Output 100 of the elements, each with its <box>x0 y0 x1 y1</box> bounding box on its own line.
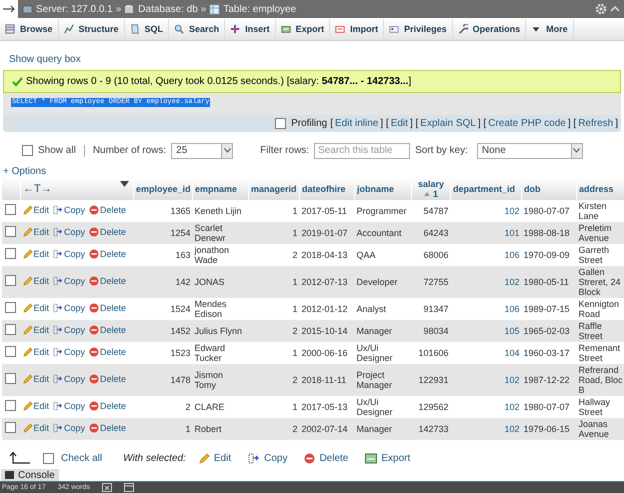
row-action-link[interactable]: Edit <box>22 324 50 335</box>
show-all-checkbox[interactable] <box>22 145 33 156</box>
row-action-link[interactable]: Edit <box>22 248 50 259</box>
row-action-link[interactable]: Edit <box>22 346 50 357</box>
column-header[interactable]: empname <box>192 178 248 200</box>
row-action-link[interactable]: Copy <box>53 324 86 335</box>
column-resize-link[interactable]: ←T→ <box>23 182 52 195</box>
check-all-link[interactable]: Check all <box>61 452 102 464</box>
row-action-link[interactable]: Copy <box>53 226 86 237</box>
table-cell-link[interactable]: 105 <box>450 320 522 342</box>
column-header[interactable]: salary 1 <box>412 178 450 200</box>
table-cell: Remenant Street <box>576 342 624 364</box>
tab[interactable]: Privileges <box>384 18 453 40</box>
column-header[interactable]: jobname <box>354 178 412 200</box>
row-checkbox[interactable] <box>5 400 16 412</box>
bracket-text: ] [ <box>380 118 389 130</box>
table-cell: 1979-06-15 <box>522 418 576 440</box>
column-header[interactable]: dateofhire <box>300 178 354 200</box>
table-cell: 2 <box>248 320 300 342</box>
profiling-checkbox[interactable] <box>275 118 286 130</box>
filter-input[interactable]: Search this table <box>314 142 410 159</box>
table-cell-link[interactable]: 101 <box>450 222 522 244</box>
query-action-link[interactable]: Edit <box>390 118 408 130</box>
row-action-link[interactable]: Delete <box>89 346 126 357</box>
row-checkbox[interactable] <box>5 226 16 238</box>
column-header[interactable]: address <box>576 178 624 200</box>
column-header[interactable]: employee_id <box>134 178 192 200</box>
options-link[interactable]: + Options <box>3 166 624 177</box>
console-tab[interactable]: Console <box>1 469 59 482</box>
tab[interactable]: Structure <box>58 18 125 40</box>
column-header[interactable]: managerid <box>248 178 300 200</box>
row-action-link[interactable]: Copy <box>53 374 86 384</box>
row-action-link[interactable]: Edit <box>22 204 50 215</box>
table-cell: 1980-05-11 <box>522 266 576 298</box>
column-header[interactable]: department_id <box>450 178 522 200</box>
column-header[interactable]: dob <box>522 178 576 200</box>
table-cell-link[interactable]: 102 <box>450 418 522 440</box>
bulk-action-button[interactable]: Copy <box>248 452 288 464</box>
row-action-link[interactable]: Delete <box>89 324 126 335</box>
row-action-link[interactable]: Copy <box>53 302 86 313</box>
table-cell-link[interactable]: 102 <box>450 364 522 396</box>
tab[interactable]: Insert <box>225 18 276 40</box>
table-cell: Project Manager <box>354 364 412 396</box>
row-action-link[interactable]: Edit <box>22 276 50 286</box>
tab[interactable]: SQL <box>124 18 170 40</box>
show-query-box-link[interactable]: Show query box <box>9 54 624 66</box>
row-checkbox[interactable] <box>5 422 16 434</box>
row-action-link[interactable]: Edit <box>22 374 50 384</box>
row-action-link[interactable]: Edit <box>22 226 50 237</box>
query-action-link[interactable]: Create PHP code <box>488 118 566 130</box>
row-action-link[interactable]: Delete <box>89 226 126 237</box>
breadcrumb-link[interactable]: Server: 127.0.0.1 <box>36 4 113 15</box>
sort-dropdown[interactable]: None <box>476 142 583 159</box>
row-action-link[interactable]: Delete <box>89 374 126 384</box>
table-cell-link[interactable]: 102 <box>450 266 522 298</box>
table-cell: 1 <box>248 222 300 244</box>
row-action-link[interactable]: Delete <box>89 276 126 286</box>
tab[interactable]: Search <box>169 18 226 40</box>
row-action-link[interactable]: Edit <box>22 302 50 313</box>
row-action-link[interactable]: Copy <box>53 422 86 433</box>
row-checkbox[interactable] <box>5 373 16 384</box>
tab[interactable]: Operations <box>452 18 526 40</box>
breadcrumb-link[interactable]: Table: employee <box>223 4 296 15</box>
copy-icon <box>53 400 64 411</box>
row-action-link[interactable]: Delete <box>89 302 126 313</box>
row-checkbox[interactable] <box>5 204 16 216</box>
row-action-link[interactable]: Copy <box>53 276 86 286</box>
query-action-link[interactable]: Edit inline <box>335 118 378 130</box>
breadcrumb-link[interactable]: Database: db <box>138 4 198 15</box>
row-action-link[interactable]: Edit <box>22 400 50 411</box>
tab[interactable]: Browse <box>0 18 59 40</box>
delete-icon <box>89 204 100 215</box>
row-action-link[interactable]: Copy <box>53 248 86 259</box>
bulk-action-button[interactable]: Delete <box>304 452 348 464</box>
row-checkbox[interactable] <box>5 248 16 260</box>
return-arrow-icon <box>9 452 31 464</box>
chart-icon <box>64 24 74 34</box>
row-checkbox[interactable] <box>5 346 16 358</box>
row-action-link[interactable]: Delete <box>89 248 126 259</box>
tab[interactable]: Export <box>276 18 330 40</box>
row-checkbox[interactable] <box>5 275 16 286</box>
table-cell: 122931 <box>412 364 450 396</box>
delete-icon <box>89 276 100 286</box>
row-action-link[interactable]: Delete <box>89 400 126 411</box>
bulk-action-button[interactable]: Edit <box>198 452 232 464</box>
row-checkbox[interactable] <box>5 324 16 336</box>
row-action-link[interactable]: Copy <box>53 400 86 411</box>
row-action-link[interactable]: Delete <box>89 204 126 215</box>
bulk-action-button[interactable]: Export <box>365 452 410 464</box>
row-action-link[interactable]: Copy <box>53 204 86 215</box>
row-action-link[interactable]: Edit <box>22 422 50 433</box>
tab[interactable]: More <box>526 18 574 40</box>
row-action-link[interactable]: Copy <box>53 346 86 357</box>
tab[interactable]: Import <box>330 18 384 40</box>
query-action-link[interactable]: Refresh <box>578 118 614 130</box>
check-all-checkbox[interactable] <box>43 452 54 464</box>
rows-dropdown[interactable]: 25 <box>171 142 234 159</box>
row-checkbox[interactable] <box>5 302 16 314</box>
row-action-link[interactable]: Delete <box>89 422 126 433</box>
query-action-link[interactable]: Explain SQL <box>420 118 476 130</box>
